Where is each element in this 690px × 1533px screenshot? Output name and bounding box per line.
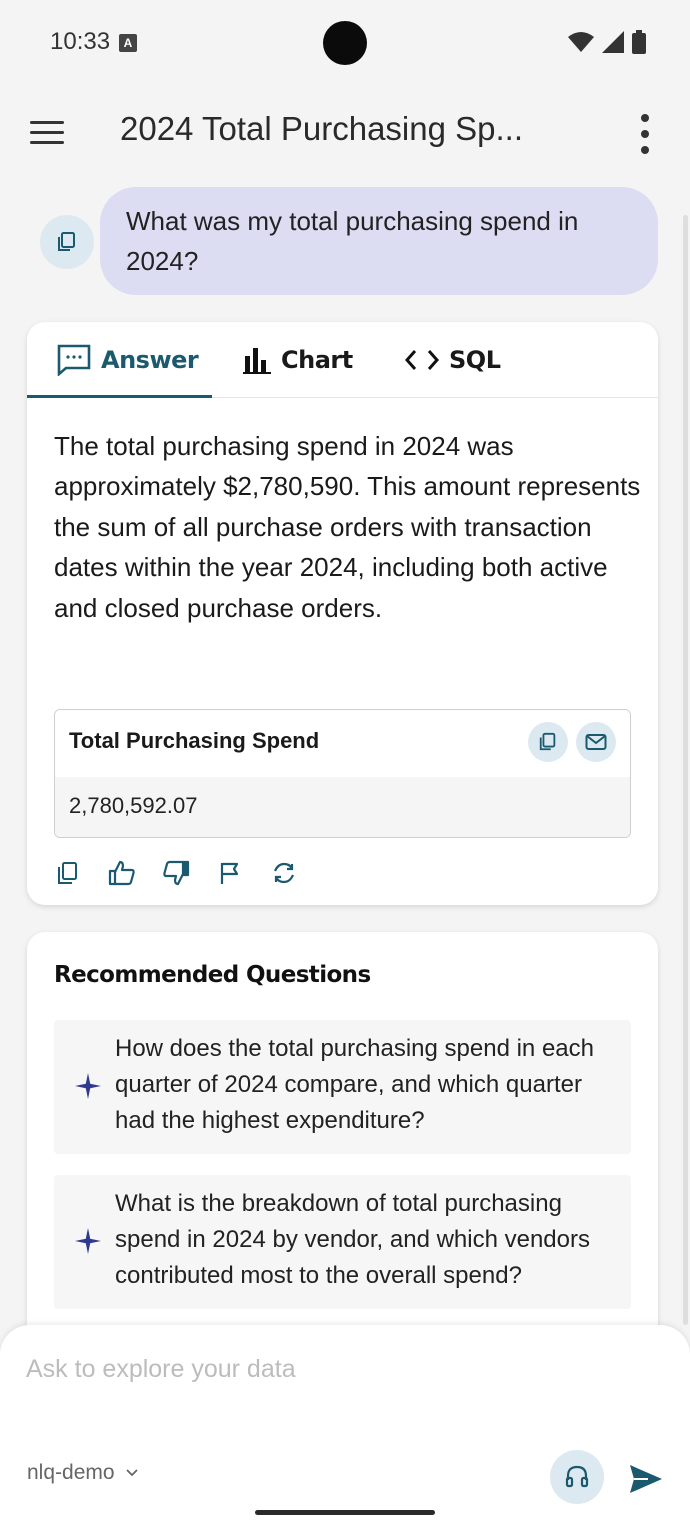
code-icon	[405, 350, 439, 370]
recommended-question-text: What is the breakdown of total purchasin…	[115, 1190, 590, 1289]
composer: nlq-demo	[0, 1325, 690, 1533]
result-column-header: Total Purchasing Spend	[69, 728, 320, 753]
tab-chart[interactable]: Chart	[243, 340, 353, 380]
workspace-selector[interactable]: nlq-demo	[27, 1461, 139, 1485]
refresh-icon[interactable]	[270, 859, 298, 887]
result-actions	[528, 722, 616, 762]
mail-icon[interactable]	[576, 722, 616, 762]
more-vertical-icon[interactable]	[632, 114, 658, 154]
app-bar: 2024 Total Purchasing Sp...	[0, 86, 690, 176]
user-message-bubble: What was my total purchasing spend in 20…	[100, 187, 658, 295]
copy-icon[interactable]	[528, 722, 568, 762]
scrollbar[interactable]	[683, 215, 688, 1325]
result-table: Total Purchasing Spend 2,780,592.07	[54, 709, 631, 838]
tab-answer[interactable]: Answer	[57, 340, 199, 380]
status-time: 10:33	[50, 28, 111, 55]
copy-icon[interactable]	[54, 859, 82, 887]
tab-sql-label: SQL	[449, 346, 501, 374]
accessibility-notification-icon: A	[119, 34, 137, 52]
tab-answer-label: Answer	[101, 346, 199, 374]
message-dots-icon	[57, 344, 91, 376]
thumbs-down-icon[interactable]	[162, 859, 190, 887]
answer-card: Answer Chart SQL The total purchasing sp…	[27, 322, 658, 905]
result-header: Total Purchasing Spend	[55, 710, 630, 777]
send-icon[interactable]	[626, 1459, 666, 1499]
recommended-questions-card: Recommended Questions How does the total…	[27, 932, 658, 1352]
result-row: 2,780,592.07	[55, 777, 630, 837]
status-bar: 10:33 A	[0, 0, 690, 86]
headset-icon[interactable]	[550, 1450, 604, 1504]
hamburger-menu-icon[interactable]	[30, 112, 64, 152]
status-icons	[568, 30, 646, 54]
flag-icon[interactable]	[216, 859, 244, 887]
bar-chart-icon	[243, 348, 271, 374]
copy-icon[interactable]	[40, 215, 94, 269]
sparkle-icon	[75, 1228, 101, 1254]
signal-icon	[602, 31, 624, 53]
answer-tabs: Answer Chart SQL	[27, 322, 658, 398]
active-tab-indicator	[27, 395, 212, 398]
thumbs-up-icon[interactable]	[108, 859, 136, 887]
home-indicator[interactable]	[255, 1510, 435, 1515]
recommended-title: Recommended Questions	[54, 962, 371, 988]
camera-cutout	[323, 21, 367, 65]
feedback-actions	[54, 859, 298, 887]
page-title: 2024 Total Purchasing Sp...	[120, 110, 523, 147]
recommended-question[interactable]: What is the breakdown of total purchasin…	[54, 1175, 631, 1309]
tab-sql[interactable]: SQL	[405, 340, 501, 380]
workspace-name: nlq-demo	[27, 1461, 115, 1484]
recommended-question-text: How does the total purchasing spend in e…	[115, 1035, 594, 1134]
tab-chart-label: Chart	[281, 346, 353, 374]
result-value: 2,780,592.07	[69, 793, 198, 818]
sparkle-icon	[75, 1073, 101, 1099]
recommended-question[interactable]: How does the total purchasing spend in e…	[54, 1020, 631, 1154]
chevron-down-icon	[125, 1469, 138, 1477]
answer-text: The total purchasing spend in 2024 was a…	[54, 431, 641, 623]
wifi-icon	[568, 32, 594, 52]
ask-input[interactable]	[26, 1347, 646, 1391]
battery-icon	[632, 30, 646, 54]
